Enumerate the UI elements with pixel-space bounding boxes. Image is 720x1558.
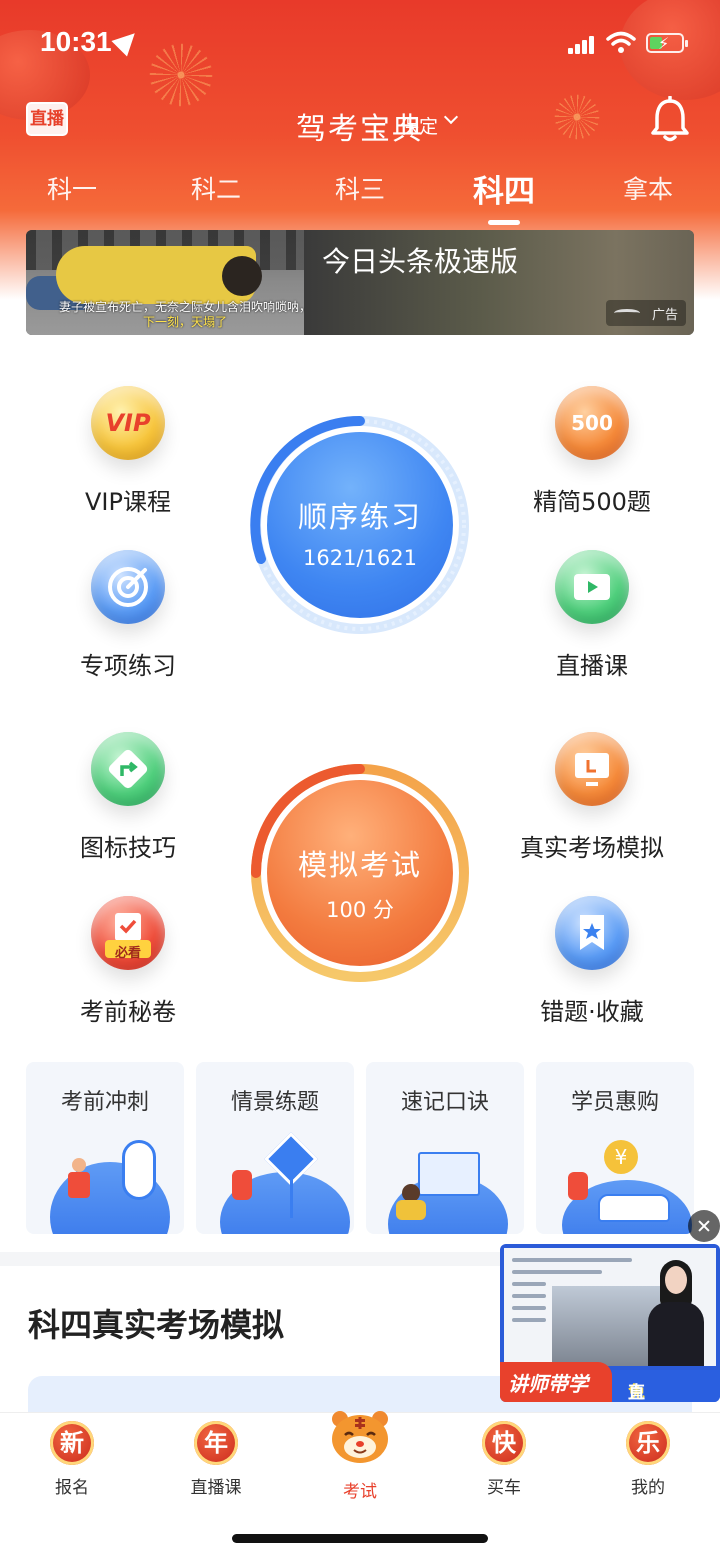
500-icon-text: 500 [571, 411, 613, 435]
subject-tabs: 科一 科二 科三 科四 拿本 [0, 170, 720, 225]
card-title: 考前冲刺 [60, 1090, 149, 1115]
pre-exam-secret-paper-label: 考前秘卷 [80, 998, 176, 1026]
mock-exam-button[interactable]: 模拟考试 100 分 [267, 780, 453, 966]
tab-subject-2[interactable]: 科二 [191, 170, 241, 206]
mock-exam-score: 100 分 [326, 898, 394, 922]
wifi-icon [606, 31, 636, 53]
student-figure-body [396, 1200, 426, 1220]
live-status-banner: 免费直播中 [612, 1370, 720, 1402]
checklist-icon: 必看 [91, 896, 165, 970]
sign-tips-button[interactable]: 图标技巧 [38, 732, 218, 863]
wrong-questions-favorites-button[interactable]: 错题·收藏 [502, 896, 682, 1027]
card-title: 情景练题 [230, 1090, 319, 1115]
instructor-banner-text: 讲师带学 [508, 1372, 588, 1396]
person-figure [232, 1170, 252, 1200]
whiteboard-icon [418, 1152, 480, 1196]
ad-caption: 妻子被宣布死亡，无奈之际女儿含泪吹响唢呐， 下一刻，天塌了 [40, 300, 330, 330]
advertiser-logo-icon [614, 309, 640, 317]
cellular-signal-icon [568, 36, 594, 54]
floating-live-video[interactable]: 讲师带学 免费直播中 [500, 1244, 720, 1402]
joy-icon: 乐 [626, 1421, 670, 1465]
close-icon[interactable] [688, 1210, 720, 1242]
yen-coin-icon: ¥ [604, 1140, 638, 1174]
special-practice-button[interactable]: 专项练习 [38, 550, 218, 681]
ad-title: 今日头条极速版 [322, 245, 519, 278]
nav-label: 报名 [55, 1478, 89, 1498]
bookmark-star-icon [555, 896, 629, 970]
scenario-practice-card[interactable]: 情景练题 [196, 1062, 354, 1234]
year-icon: 年 [194, 1421, 238, 1465]
nav-label: 我的 [631, 1478, 665, 1498]
tab-subject-1[interactable]: 科一 [47, 170, 97, 206]
instructor-banner: 讲师带学 [500, 1362, 612, 1402]
car-icon [598, 1194, 670, 1222]
mnemonic-card[interactable]: 速记口诀 [366, 1062, 524, 1234]
pre-exam-sprint-card[interactable]: 考前冲刺 [26, 1062, 184, 1234]
video-icon [555, 550, 629, 624]
ad-banner[interactable]: 妻子被宣布死亡，无奈之际女儿含泪吹响唢呐， 下一刻，天塌了 今日头条极速版 广告 [26, 230, 694, 335]
live-class-button[interactable]: 直播课 [502, 550, 682, 681]
pre-exam-secret-paper-button[interactable]: 必看 考前秘卷 [38, 896, 218, 1027]
student-discount-card[interactable]: 学员惠购 ¥ [536, 1062, 694, 1234]
nav-buy-car[interactable]: 快 买车 [454, 1421, 554, 1498]
home-indicator [232, 1534, 488, 1543]
ad-tag: 广告 [606, 300, 686, 326]
monitor-icon [555, 732, 629, 806]
tab-subject-4[interactable]: 科四 [473, 166, 535, 211]
fast-icon: 快 [482, 1421, 526, 1465]
sequence-practice-button[interactable]: 顺序练习 1621/1621 [267, 432, 453, 618]
nav-label: 买车 [487, 1478, 521, 1498]
status-time: 10:31 [40, 26, 112, 57]
simplified-500-button[interactable]: 500 精简500题 [502, 386, 682, 517]
target-icon [91, 550, 165, 624]
app-title: 驾考宝典 [296, 112, 424, 147]
nav-label: 考试 [343, 1482, 377, 1502]
sequence-practice-title: 顺序练习 [297, 500, 422, 534]
live-class-label: 直播课 [556, 652, 628, 680]
vip-course-label: VIP课程 [85, 488, 171, 516]
mock-exam-title: 模拟考试 [297, 848, 422, 882]
nav-label: 直播课 [190, 1478, 242, 1498]
simplified-500-label: 精简500题 [533, 488, 651, 516]
new-icon: 新 [50, 1421, 94, 1465]
vip-icon: VIP [91, 386, 165, 460]
real-exam-simulation-label: 真实考场模拟 [520, 834, 664, 862]
must-see-text: 必看 [114, 946, 141, 961]
nav-register[interactable]: 新 报名 [22, 1421, 122, 1498]
tab-indicator [488, 220, 520, 225]
rocket-icon [122, 1140, 156, 1200]
road-sign-icon [91, 732, 165, 806]
500-icon: 500 [555, 386, 629, 460]
ad-caption-line2: 下一刻，天塌了 [142, 315, 227, 329]
person-figure [568, 1172, 588, 1200]
tab-subject-3[interactable]: 科三 [335, 170, 385, 206]
bell-icon[interactable] [648, 96, 692, 144]
special-practice-label: 专项练习 [80, 652, 176, 680]
card-title: 学员惠购 [570, 1090, 659, 1115]
runner-figure [72, 1158, 86, 1172]
tab-get-license[interactable]: 拿本 [623, 170, 673, 206]
nav-exam[interactable]: 考试 [310, 1411, 410, 1502]
sequence-practice-progress: 1621/1621 [303, 546, 417, 570]
city-selector[interactable]: 保定 [400, 112, 438, 139]
status-bar: 10:31 ⚡ [0, 0, 720, 86]
wrong-questions-favorites-label: 错题·收藏 [540, 998, 644, 1026]
vip-course-button[interactable]: VIP VIP课程 [38, 386, 218, 517]
instructor-figure [646, 1260, 706, 1366]
vip-icon-text: VIP [105, 409, 151, 437]
ad-tag-label: 广告 [652, 308, 679, 323]
section-title: 科四真实考场模拟 [28, 1306, 285, 1344]
nav-live-class[interactable]: 年 直播课 [166, 1421, 266, 1498]
sign-tips-label: 图标技巧 [80, 834, 176, 862]
tiger-icon [332, 1411, 388, 1463]
sign-pole [290, 1178, 293, 1218]
nav-mine[interactable]: 乐 我的 [598, 1421, 698, 1498]
location-arrow-icon [111, 25, 143, 57]
card-title: 速记口诀 [400, 1090, 489, 1115]
runner-figure-body [68, 1172, 90, 1198]
live-now-text: 直播中 [628, 1383, 645, 1402]
ad-caption-line1: 妻子被宣布死亡，无奈之际女儿含泪吹响唢呐， [58, 300, 311, 314]
real-exam-simulation-button[interactable]: 真实考场模拟 [502, 732, 682, 863]
battery-icon: ⚡ [646, 33, 688, 53]
